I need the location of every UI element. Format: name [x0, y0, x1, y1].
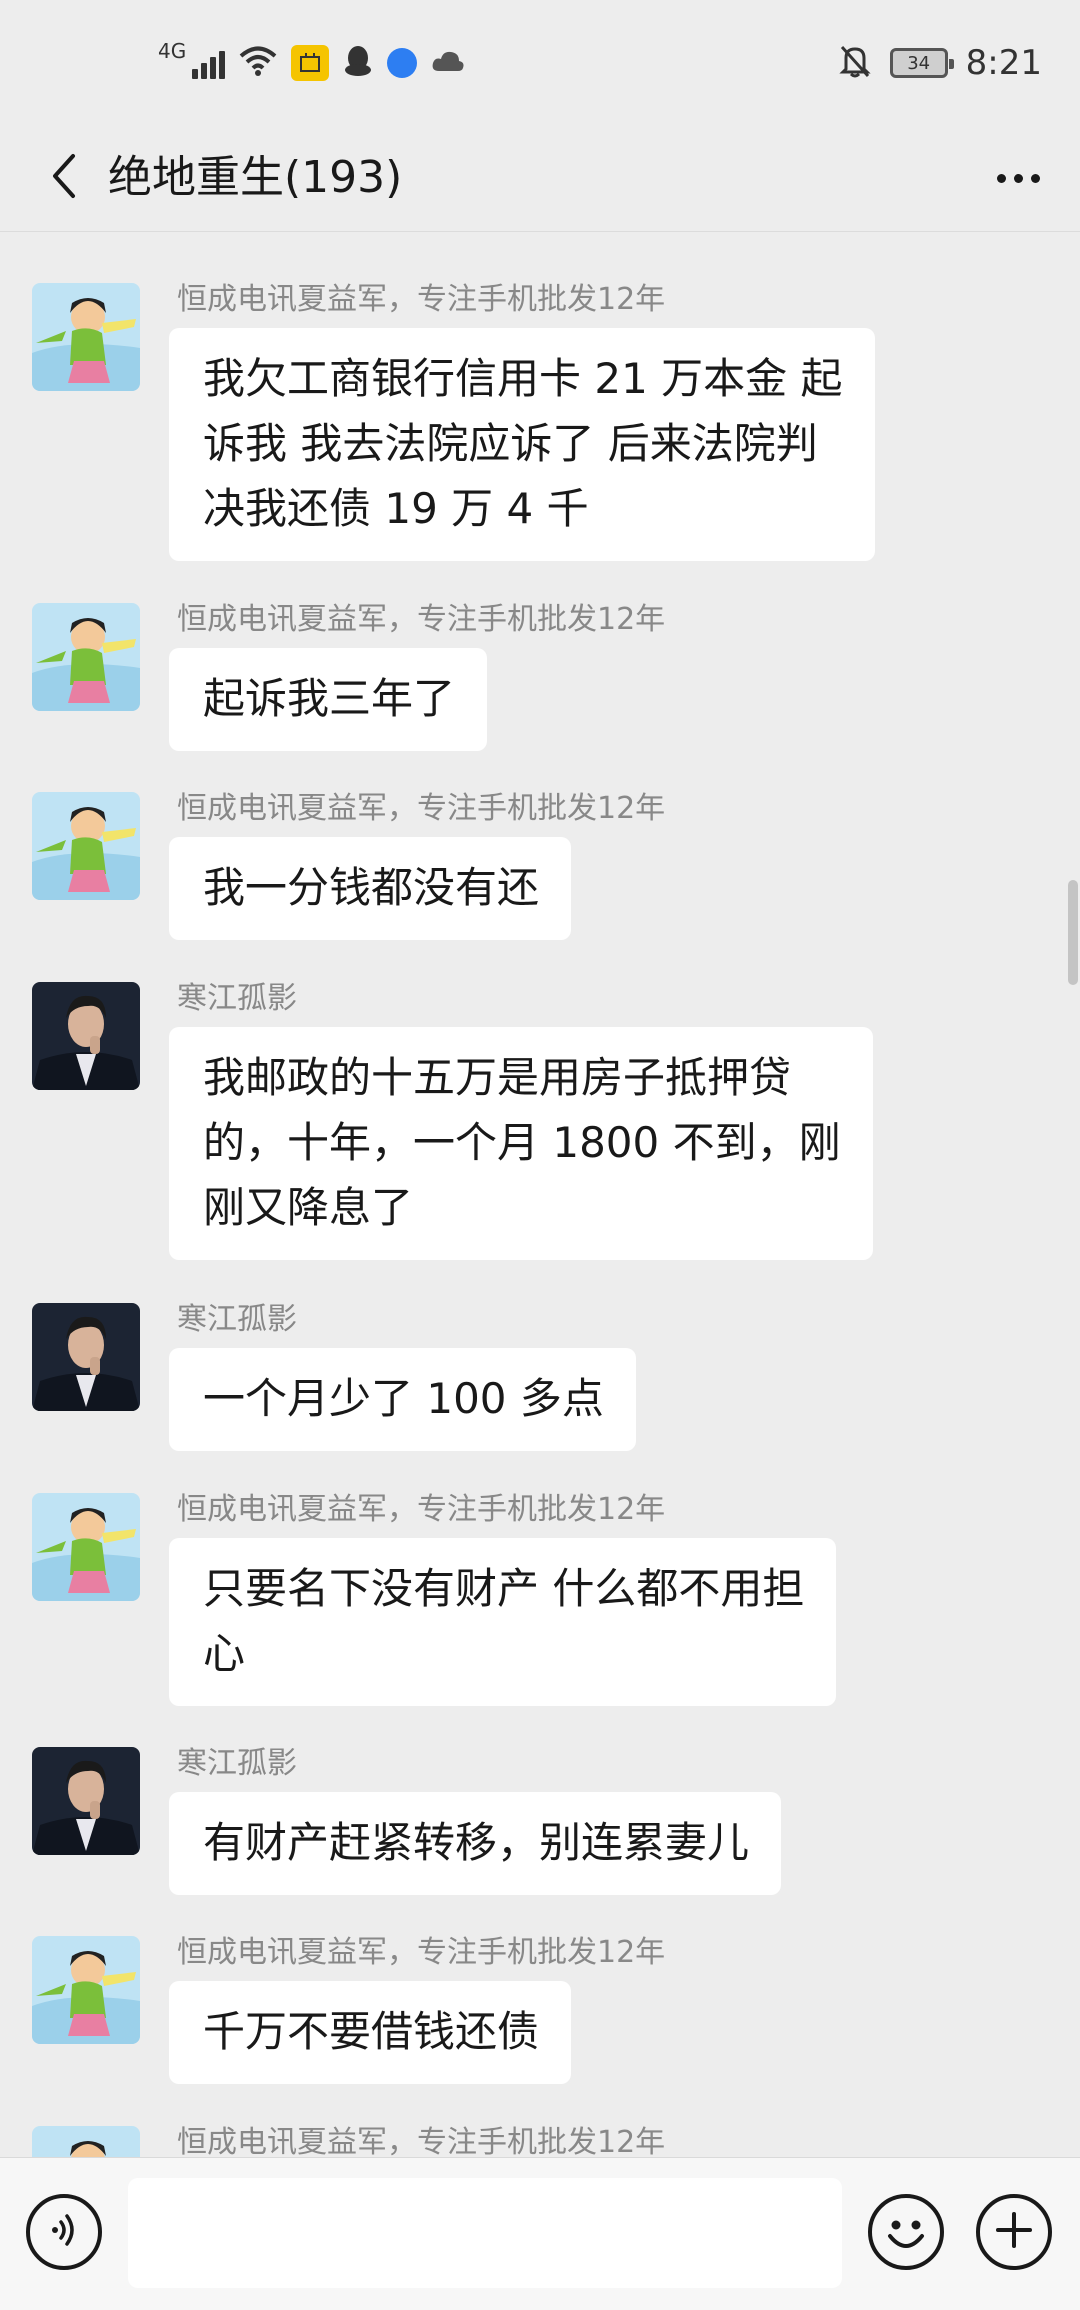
more-dot: [996, 173, 1006, 183]
input-bar: [0, 2157, 1080, 2310]
voice-button[interactable]: [26, 2194, 102, 2270]
status-right-icons: 34 8:21: [838, 38, 1042, 88]
app-badge-icon: [291, 45, 330, 81]
message-bubble[interactable]: 只要名下没有财产 什么都不用担 心: [169, 1538, 837, 1706]
sender-name: 寒江孤影: [177, 981, 297, 1016]
message-list[interactable]: 恒成电讯夏益军，专注手机批发12年 我欠工商银行信用卡 21 万本金 起 诉我 …: [0, 233, 1080, 2157]
message-bubble[interactable]: 千万不要借钱还债: [169, 1981, 572, 2084]
avatar[interactable]: [32, 2126, 140, 2157]
more-button[interactable]: [982, 144, 1054, 212]
sender-name: 恒成电讯夏益军，专注手机批发12年: [177, 1492, 666, 1527]
chevron-left-icon: [49, 152, 79, 204]
sender-name: 恒成电讯夏益军，专注手机批发12年: [177, 282, 666, 317]
message-bubble[interactable]: 我一分钱都没有还: [169, 837, 572, 940]
avatar[interactable]: [32, 283, 140, 391]
voice-icon: [44, 2210, 84, 2254]
avatar[interactable]: [32, 982, 140, 1090]
sender-name: 恒成电讯夏益军，专注手机批发12年: [177, 1935, 666, 1970]
cloud-icon: [431, 49, 465, 77]
avatar[interactable]: [32, 792, 140, 900]
mute-bell-icon: [838, 43, 872, 83]
status-left-icons: 4G: [158, 38, 465, 88]
back-button[interactable]: [30, 144, 98, 212]
page-title: 绝地重生(193): [108, 152, 403, 203]
message-text-line: 我邮政的十五万是用房子抵押贷: [203, 1053, 792, 1102]
avatar[interactable]: [32, 1936, 140, 2044]
plus-icon: [994, 2210, 1034, 2254]
sender-name: 恒成电讯夏益军，专注手机批发12年: [177, 602, 666, 637]
avatar[interactable]: [32, 1303, 140, 1411]
sender-name: 寒江孤影: [177, 1746, 297, 1781]
message-text-line: 决我还债 19 万 4 千: [203, 484, 589, 533]
more-dot: [1013, 173, 1023, 183]
signal-icon: [192, 47, 226, 79]
message-text-line: 我一分钱都没有还: [203, 863, 540, 912]
message-text-line: 心: [203, 1629, 246, 1678]
message-text-line: 诉我 我去法院应诉了 后来法院判: [203, 419, 818, 468]
avatar[interactable]: [32, 1493, 140, 1601]
message-bubble[interactable]: 起诉我三年了: [169, 648, 488, 751]
message-text-line: 一个月少了 100 多点: [203, 1374, 604, 1423]
qq-penguin-icon: [343, 44, 373, 82]
message-text-line: 有财产赶紧转移，别连累妻儿: [203, 1818, 750, 1867]
message-bubble[interactable]: 我邮政的十五万是用房子抵押贷 的，十年，一个月 1800 不到，刚 刚又降息了: [169, 1027, 873, 1260]
message-input[interactable]: [128, 2178, 842, 2288]
message-bubble[interactable]: 一个月少了 100 多点: [169, 1348, 636, 1451]
message-text-line: 的，十年，一个月 1800 不到，刚: [203, 1118, 841, 1167]
sender-name: 恒成电讯夏益军，专注手机批发12年: [177, 791, 666, 826]
emoji-icon: [872, 2198, 940, 2270]
message-text-line: 千万不要借钱还债: [203, 2007, 540, 2056]
battery-icon: 34: [889, 48, 954, 78]
message-bubble[interactable]: 我欠工商银行信用卡 21 万本金 起 诉我 我去法院应诉了 后来法院判 决我还债…: [169, 328, 875, 561]
sender-name: 寒江孤影: [177, 1302, 297, 1337]
message-text-line: 只要名下没有财产 什么都不用担: [203, 1564, 805, 1613]
emoji-button[interactable]: [868, 2194, 944, 2270]
message-bubble[interactable]: 有财产赶紧转移，别连累妻儿: [169, 1792, 782, 1895]
message-text-line: 我欠工商银行信用卡 21 万本金 起: [203, 354, 843, 403]
title-bar: 绝地重生(193): [0, 124, 1080, 232]
wifi-icon: [239, 45, 277, 81]
avatar[interactable]: [32, 1747, 140, 1855]
status-bar: 4G 34 8:21: [0, 0, 1080, 124]
network-type-label: 4G: [158, 39, 187, 63]
message-text-line: 起诉我三年了: [203, 674, 456, 723]
browser-icon: [387, 48, 418, 78]
message-text-line: 刚又降息了: [203, 1183, 414, 1232]
battery-level: 34: [907, 52, 931, 74]
sender-name: 恒成电讯夏益军，专注手机批发12年: [177, 2125, 666, 2157]
more-dot: [1030, 173, 1040, 183]
avatar[interactable]: [32, 603, 140, 711]
plus-button[interactable]: [976, 2194, 1052, 2270]
scrollbar-thumb[interactable]: [1068, 880, 1078, 985]
status-time: 8:21: [965, 43, 1042, 83]
chat-screen: 4G 34 8:21 绝地重生(193) 恒成电讯夏益军，专注手机批发12年 我…: [0, 0, 1080, 2310]
